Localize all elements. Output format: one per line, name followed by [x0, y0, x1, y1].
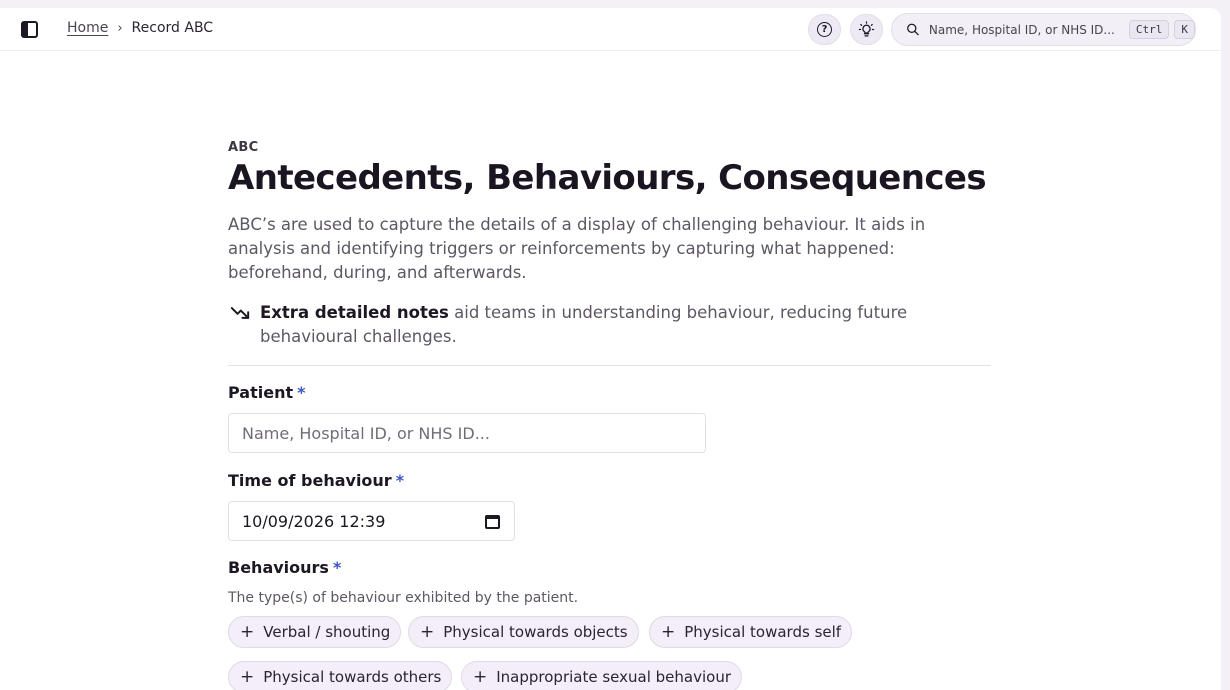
breadcrumb-home-link[interactable]: Home	[67, 20, 108, 36]
behaviour-chip-physical-others[interactable]: + Physical towards others	[228, 661, 453, 690]
note-strong: Extra detailed notes	[260, 303, 449, 322]
help-button[interactable]: ?	[808, 14, 841, 45]
plus-icon: +	[420, 621, 435, 642]
behaviour-chip-physical-self[interactable]: + Physical towards self	[649, 616, 853, 648]
breadcrumb: Home › Record ABC	[67, 20, 213, 36]
search-placeholder: Name, Hospital ID, or NHS ID...	[928, 22, 1115, 37]
patient-label: Patient *	[228, 383, 306, 402]
sidebar-toggle-icon[interactable]	[21, 21, 38, 38]
plus-icon: +	[661, 621, 676, 642]
theme-toggle-button[interactable]	[850, 14, 883, 45]
top-bar: Home › Record ABC ? Name, Hospital ID, o…	[0, 8, 1221, 51]
required-asterisk: *	[395, 471, 405, 490]
trend-down-icon	[230, 307, 250, 319]
time-of-behaviour-label: Time of behaviour *	[228, 471, 405, 490]
behaviours-help-text: The type(s) of behaviour exhibited by th…	[228, 590, 579, 606]
datetime-value: 10/09/2026 12:39	[242, 511, 386, 531]
plus-icon: +	[240, 666, 255, 687]
behaviours-label: Behaviours *	[228, 558, 342, 577]
behaviour-chip-sexual[interactable]: + Inappropriate sexual behaviour	[461, 661, 742, 690]
behaviour-chip-physical-objects[interactable]: + Physical towards objects	[408, 616, 639, 648]
behaviour-chip-verbal[interactable]: + Verbal / shouting	[228, 616, 402, 648]
page-title: Antecedents, Behaviours, Consequences	[228, 158, 987, 198]
plus-icon: +	[473, 666, 488, 687]
help-icon: ?	[817, 22, 832, 37]
note-text: Extra detailed notes aid teams in unders…	[260, 301, 960, 349]
scrollbar[interactable]	[1221, 0, 1230, 690]
lightbulb-icon	[858, 21, 875, 37]
required-asterisk: *	[332, 558, 342, 577]
plus-icon: +	[240, 621, 255, 642]
app-window: Home › Record ABC ? Name, Hospital ID, o…	[0, 8, 1221, 690]
shortcut-key-ctrl: Ctrl	[1128, 20, 1170, 39]
datetime-input[interactable]: 10/09/2026 12:39	[228, 501, 515, 541]
page-eyebrow: ABC	[228, 140, 259, 155]
page-description: ABC’s are used to capture the details of…	[228, 215, 926, 282]
patient-search-input[interactable]: Name, Hospital ID, or NHS ID...	[228, 413, 706, 453]
global-search[interactable]: Name, Hospital ID, or NHS ID... Ctrl K	[891, 13, 1196, 46]
chevron-right-icon: ›	[117, 20, 123, 36]
shortcut-key-k: K	[1174, 20, 1195, 39]
search-icon	[907, 23, 919, 36]
section-divider	[228, 365, 991, 366]
required-asterisk: *	[297, 383, 306, 402]
patient-placeholder: Name, Hospital ID, or NHS ID...	[242, 423, 490, 443]
breadcrumb-current: Record ABC	[131, 20, 214, 36]
calendar-icon[interactable]	[485, 515, 500, 529]
